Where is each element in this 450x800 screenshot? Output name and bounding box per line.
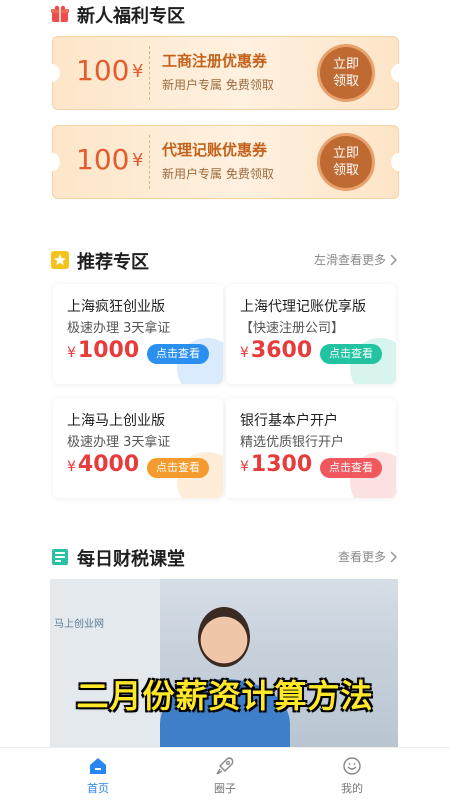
video-background-sign: 马上创业网 bbox=[54, 619, 104, 630]
tab-circle[interactable]: 圈子 bbox=[195, 756, 255, 796]
tab-home[interactable]: 首页 bbox=[68, 756, 128, 796]
price-currency: ¥ bbox=[240, 459, 249, 475]
product-name: 上海代理记账优享版 bbox=[240, 299, 366, 315]
gift-icon bbox=[50, 4, 70, 24]
video-title: 二月份薪资计算方法 bbox=[76, 677, 374, 715]
presenter-head bbox=[198, 607, 250, 667]
product-subtitle: 极速办理 3天拿证 bbox=[67, 435, 171, 450]
view-more-link[interactable]: 查看更多 bbox=[338, 548, 398, 565]
video-thumbnail[interactable]: 马上创业网 二月份薪资计算方法 bbox=[50, 579, 398, 747]
book-icon bbox=[50, 547, 70, 567]
claim-coupon-button[interactable]: 立即 领取 bbox=[320, 136, 372, 188]
claim-label-line2: 领取 bbox=[332, 74, 359, 89]
product-card[interactable]: 银行基本户开户 精选优质银行开户 ¥1300 点击查看 bbox=[226, 398, 396, 498]
product-subtitle: 【快速注册公司】 bbox=[240, 321, 345, 336]
coupon-amount: 100 bbox=[76, 143, 130, 176]
view-more-label: 查看更多 bbox=[337, 550, 386, 564]
coupon-card[interactable]: 100 ¥ 工商注册优惠券 新用户专属 免费领取 立即 领取 bbox=[52, 36, 399, 110]
product-name: 银行基本户开户 bbox=[240, 413, 338, 429]
tab-label: 我的 bbox=[341, 782, 363, 795]
product-price: ¥1300 bbox=[240, 452, 312, 477]
swipe-more-link[interactable]: 左滑查看更多 bbox=[314, 251, 398, 268]
coupon-name: 代理记账优惠券 bbox=[162, 141, 268, 159]
price-currency: ¥ bbox=[67, 345, 76, 361]
coupon-card[interactable]: 100 ¥ 代理记账优惠券 新用户专属 免费领取 立即 领取 bbox=[52, 125, 399, 199]
chevron-right-icon bbox=[390, 550, 398, 563]
claim-label-line1: 立即 bbox=[332, 146, 359, 161]
product-name: 上海马上创业版 bbox=[67, 413, 165, 429]
chevron-right-icon bbox=[390, 253, 398, 266]
claim-label-line2: 领取 bbox=[332, 163, 359, 178]
price-value: 3600 bbox=[250, 338, 313, 363]
smile-icon bbox=[343, 757, 361, 775]
classroom-section-title: 每日财税课堂 bbox=[77, 549, 185, 570]
coupon-currency: ¥ bbox=[132, 61, 144, 82]
star-icon bbox=[50, 250, 70, 270]
product-price: ¥4000 bbox=[67, 452, 139, 477]
product-subtitle: 极速办理 3天拿证 bbox=[67, 321, 171, 336]
product-price: ¥1000 bbox=[67, 338, 139, 363]
bottom-tab-bar: 首页 圈子 我的 bbox=[0, 747, 450, 800]
price-currency: ¥ bbox=[67, 459, 76, 475]
coupon-name: 工商注册优惠券 bbox=[162, 52, 268, 70]
claim-coupon-button[interactable]: 立即 领取 bbox=[320, 47, 372, 99]
view-details-button[interactable]: 点击查看 bbox=[147, 458, 209, 478]
coupon-subtitle: 新用户专属 免费领取 bbox=[162, 167, 274, 181]
product-card[interactable]: 上海疯狂创业版 极速办理 3天拿证 ¥1000 点击查看 bbox=[53, 284, 223, 384]
welfare-section-title: 新人福利专区 bbox=[77, 6, 185, 27]
view-details-button[interactable]: 点击查看 bbox=[320, 458, 382, 478]
tab-label: 首页 bbox=[87, 782, 109, 795]
coupon-currency: ¥ bbox=[132, 150, 144, 171]
view-details-button[interactable]: 点击查看 bbox=[147, 344, 209, 364]
tab-label: 圈子 bbox=[214, 782, 236, 795]
price-currency: ¥ bbox=[240, 345, 249, 361]
coupon-subtitle: 新用户专属 免费领取 bbox=[162, 78, 274, 92]
rocket-icon bbox=[216, 757, 234, 775]
claim-label-line1: 立即 bbox=[332, 57, 359, 72]
tab-profile[interactable]: 我的 bbox=[322, 756, 382, 796]
product-card[interactable]: 上海代理记账优享版 【快速注册公司】 ¥3600 点击查看 bbox=[226, 284, 396, 384]
coupon-amount: 100 bbox=[76, 54, 130, 87]
price-value: 4000 bbox=[77, 452, 140, 477]
product-subtitle: 精选优质银行开户 bbox=[240, 435, 345, 450]
price-value: 1000 bbox=[77, 338, 140, 363]
swipe-more-label: 左滑查看更多 bbox=[313, 253, 386, 267]
home-icon bbox=[90, 758, 106, 774]
product-price: ¥3600 bbox=[240, 338, 312, 363]
recommend-section-title: 推荐专区 bbox=[77, 252, 149, 273]
price-value: 1300 bbox=[250, 452, 313, 477]
view-details-button[interactable]: 点击查看 bbox=[320, 344, 382, 364]
product-name: 上海疯狂创业版 bbox=[67, 299, 165, 315]
product-card[interactable]: 上海马上创业版 极速办理 3天拿证 ¥4000 点击查看 bbox=[53, 398, 223, 498]
